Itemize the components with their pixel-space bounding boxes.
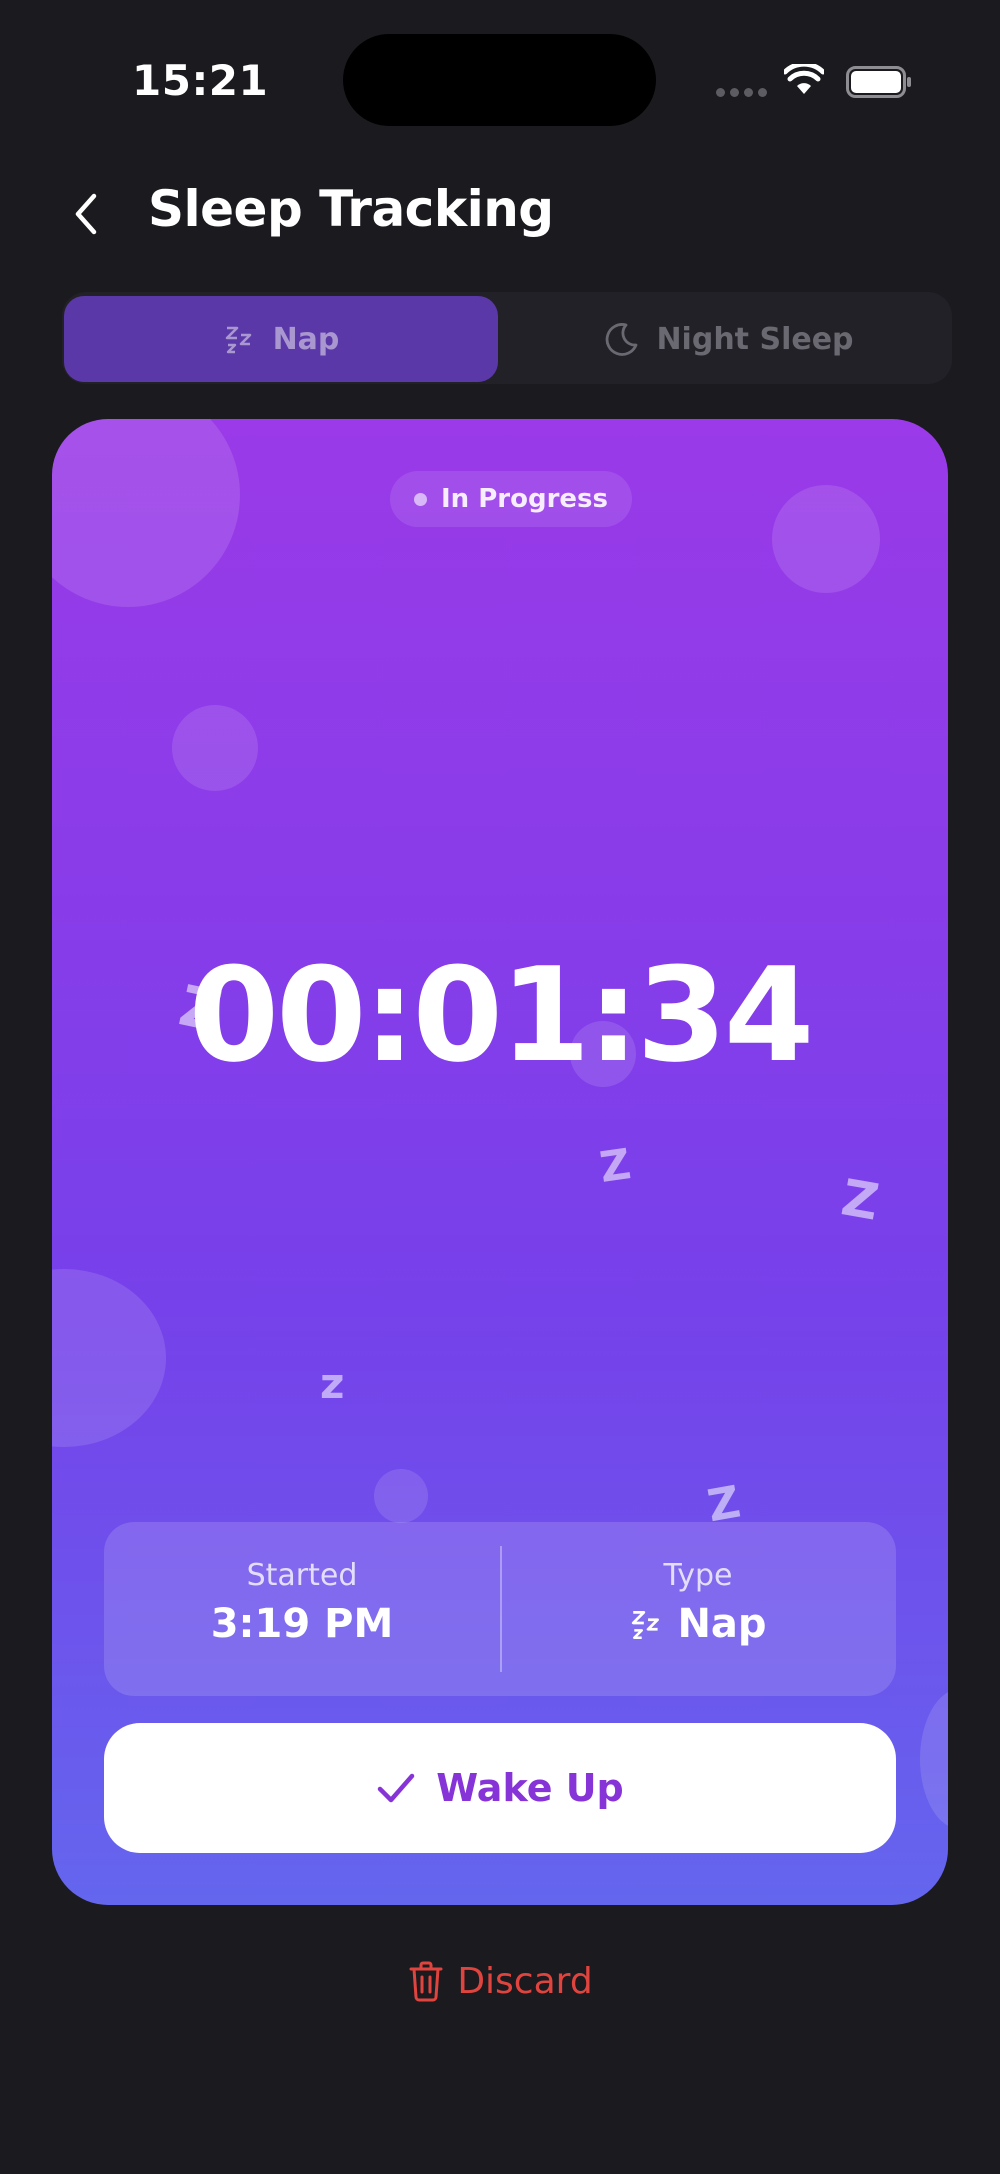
tab-night-sleep-label: Night Sleep [656, 321, 854, 357]
discard-label: Discard [457, 1960, 593, 2002]
zzz-icon [632, 1610, 660, 1640]
trash-icon [409, 1961, 443, 2002]
wake-up-label: Wake Up [436, 1766, 624, 1810]
started-info: Started 3:19 PM [104, 1558, 500, 1647]
status-badge-label: In Progress [441, 484, 608, 514]
type-info: Type Nap [500, 1558, 896, 1647]
back-button[interactable] [56, 184, 116, 244]
header: Sleep Tracking [0, 170, 1000, 260]
started-label: Started [246, 1558, 358, 1593]
status-dot [414, 492, 427, 506]
chevron-left-icon [75, 193, 97, 235]
status-bar: 15:21 [0, 0, 1000, 160]
session-info-panel: Started 3:19 PM Type Nap [104, 1522, 896, 1696]
dynamic-island [343, 34, 656, 126]
tab-nap-label: Nap [272, 321, 340, 357]
signal-icon [716, 88, 767, 97]
elapsed-timer: 00:01:34 [188, 939, 815, 1091]
tab-night-sleep[interactable]: Night Sleep [510, 296, 948, 382]
sleep-session-card: Z Z Z z Z In Progress 00:01:34 Started 3… [52, 419, 948, 1905]
wake-up-button[interactable]: Wake Up [104, 1723, 896, 1853]
battery-icon [846, 66, 911, 98]
type-value: Nap [500, 1601, 896, 1647]
status-badge: In Progress [390, 471, 632, 527]
decor-bubble [772, 485, 880, 593]
zzz-icon [225, 326, 251, 354]
checkmark-icon [377, 1773, 415, 1803]
decor-bubble [374, 1469, 428, 1523]
moon-icon [606, 323, 638, 356]
z-decor: z [320, 1359, 345, 1408]
started-value: 3:19 PM [210, 1601, 394, 1647]
decor-bubble [172, 705, 258, 791]
page-title: Sleep Tracking [148, 180, 554, 238]
z-decor: Z [596, 1139, 634, 1192]
decor-bubble [920, 1689, 948, 1829]
decor-bubble [52, 1269, 166, 1447]
decor-bubble [52, 419, 240, 607]
discard-button[interactable]: Discard [0, 1960, 1000, 2002]
z-decor: Z [837, 1168, 884, 1232]
status-time: 15:21 [132, 56, 269, 105]
type-value-label: Nap [677, 1601, 767, 1647]
tab-nap[interactable]: Nap [64, 296, 498, 382]
type-label: Type [663, 1558, 733, 1593]
wifi-icon [784, 64, 824, 94]
sleep-type-segment: Nap Night Sleep [62, 292, 952, 384]
